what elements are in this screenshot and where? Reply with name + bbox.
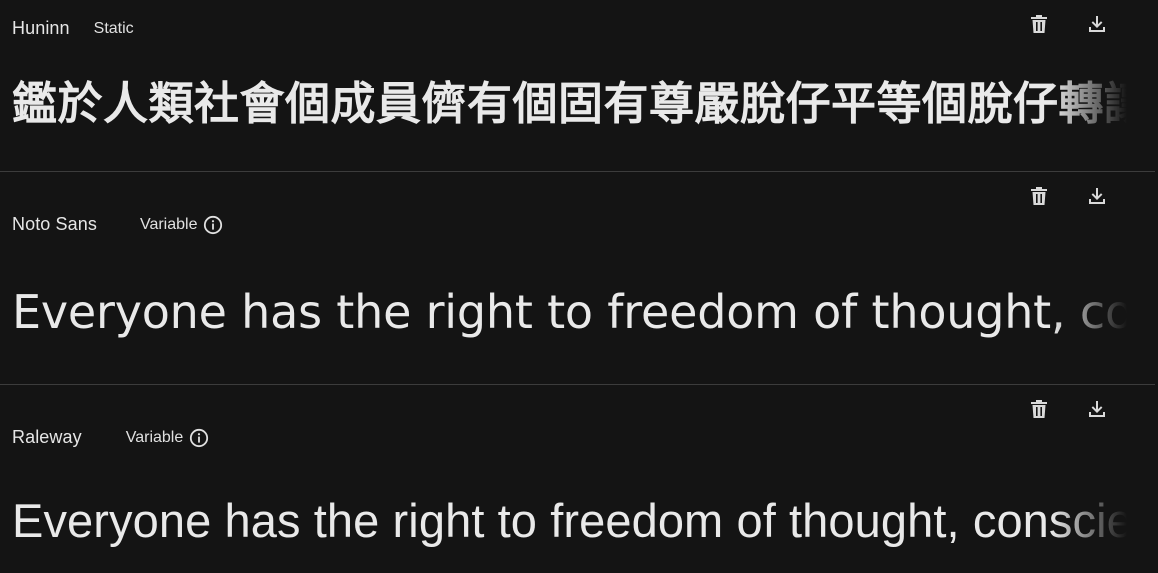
font-row-noto-sans: Noto Sans Variable Everyone has the righ… xyxy=(0,172,1155,385)
font-preview-text[interactable]: Everyone has the right to freedom of tho… xyxy=(12,282,1127,342)
style-label-text: Variable xyxy=(139,215,198,233)
style-label-text: Variable xyxy=(125,428,184,446)
font-row-huninn: Huninn Static 鑑於人類社會個成員儕有個固有尊嚴脫仔平等個脫仔轉 xyxy=(0,0,1155,172)
font-preview-text[interactable]: Everyone has the right to freedom of tho… xyxy=(12,491,1127,551)
font-meta: Noto Sans Variable xyxy=(12,214,223,235)
font-preview-text[interactable]: 鑑於人類社會個成員儕有個固有尊嚴脫仔平等個脫仔轉讓個權利 xyxy=(12,74,1127,134)
font-meta: Huninn Static xyxy=(12,18,134,39)
download-icon xyxy=(1088,400,1106,418)
delete-button[interactable] xyxy=(1027,12,1051,36)
delete-icon xyxy=(1030,14,1048,34)
font-style-label: Variable xyxy=(140,215,224,235)
selected-fonts-list: Huninn Static 鑑於人類社會個成員儕有個固有尊嚴脫仔平等個脫仔轉 N… xyxy=(0,0,1158,573)
font-actions xyxy=(1027,397,1117,421)
download-icon xyxy=(1088,187,1106,205)
download-button[interactable] xyxy=(1085,397,1109,421)
delete-button[interactable] xyxy=(1027,397,1051,421)
info-icon[interactable] xyxy=(203,215,223,235)
font-family-name: Noto Sans xyxy=(12,214,97,234)
download-icon xyxy=(1088,15,1106,33)
style-label-text: Static xyxy=(93,19,134,37)
font-style-label: Variable xyxy=(126,428,210,448)
font-style-label: Static xyxy=(94,20,134,38)
delete-button[interactable] xyxy=(1027,184,1051,208)
delete-icon xyxy=(1030,186,1048,206)
font-actions xyxy=(1027,12,1117,36)
font-meta: Raleway Variable xyxy=(12,427,209,448)
download-button[interactable] xyxy=(1085,184,1109,208)
info-icon[interactable] xyxy=(189,428,209,448)
font-actions xyxy=(1027,184,1117,208)
font-family-name: Raleway xyxy=(12,427,82,447)
font-row-raleway: Raleway Variable Everyone has the right … xyxy=(0,385,1155,573)
delete-icon xyxy=(1030,399,1048,419)
download-button[interactable] xyxy=(1085,12,1109,36)
font-family-name: Huninn xyxy=(12,18,70,38)
